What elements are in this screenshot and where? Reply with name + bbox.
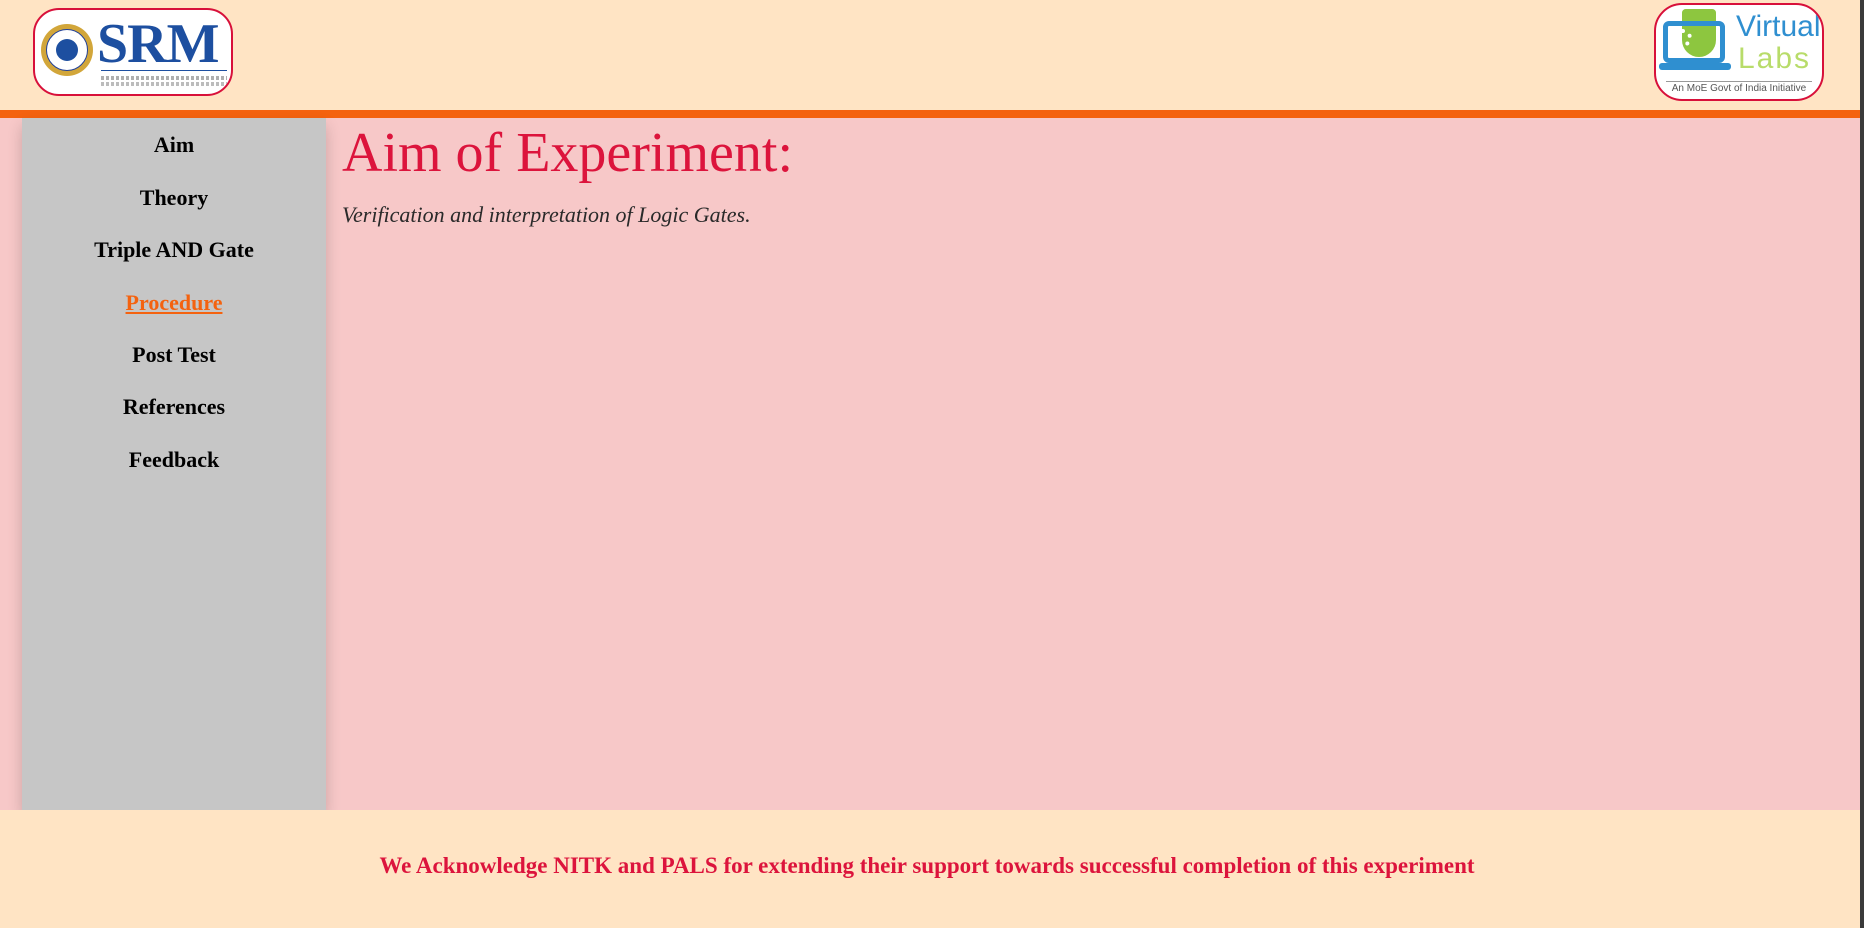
gear-icon [1674, 29, 1692, 47]
monitor-icon [1663, 21, 1725, 63]
virtual-labs-text-virtual: Virtual [1736, 10, 1821, 43]
laptop-base-icon [1659, 63, 1731, 70]
sidebar-item-post-test[interactable]: Post Test [22, 342, 326, 368]
virtual-labs-tagline: An MoE Govt of India Initiative [1671, 83, 1807, 94]
virtual-labs-text-labs: Labs [1738, 42, 1812, 75]
acknowledgement-text: We Acknowledge NITK and PALS for extendi… [379, 853, 1475, 878]
sidebar-item-procedure[interactable]: Procedure [22, 290, 326, 316]
srm-logo-subtext [101, 76, 227, 80]
sidebar-item-aim[interactable]: Aim [22, 132, 326, 158]
tree-icon [56, 39, 78, 61]
srm-logo-text: SRM [97, 13, 219, 75]
virtual-labs-logo[interactable]: Virtual Labs An MoE Govt of India Initia… [1654, 3, 1824, 101]
sidebar-item-triple-and-gate[interactable]: Triple AND Gate [22, 237, 326, 263]
sidebar-item-feedback[interactable]: Feedback [22, 447, 326, 473]
header-accent-bar [0, 110, 1864, 118]
sidebar: Aim Theory Triple AND Gate Procedure Pos… [22, 118, 326, 810]
sidebar-item-theory[interactable]: Theory [22, 185, 326, 211]
srm-seal-icon [41, 24, 93, 76]
header: SRM Virtual Labs An MoE Govt of India In… [0, 0, 1864, 110]
page-title: Aim of Experiment: [342, 122, 794, 184]
sidebar-item-references[interactable]: References [22, 394, 326, 420]
footer: We Acknowledge NITK and PALS for extendi… [0, 810, 1864, 928]
page: SRM Virtual Labs An MoE Govt of India In… [0, 0, 1864, 928]
srm-logo-subtext-2 [101, 82, 227, 86]
aim-description: Verification and interpretation of Logic… [342, 202, 751, 227]
logo-divider [1666, 81, 1812, 82]
window-edge [1860, 0, 1864, 928]
srm-logo[interactable]: SRM [33, 8, 233, 96]
